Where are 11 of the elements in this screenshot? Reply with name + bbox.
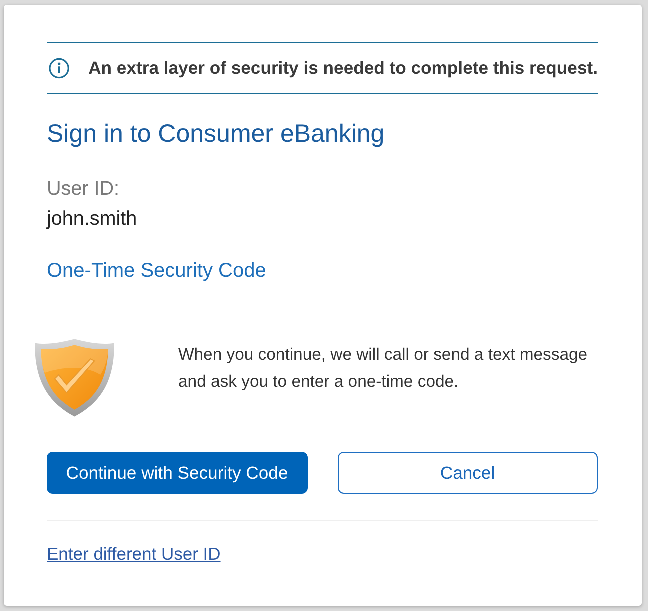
page-title: Sign in to Consumer eBanking [47,120,385,148]
info-icon [49,58,70,78]
different-user-link[interactable]: Enter different User ID [47,544,221,564]
notice-text: An extra layer of security is needed to complete this request. [88,58,598,78]
user-id-label: User ID: [47,178,120,200]
info-message: When you continue, we will call or send a text message and ask you to enter a one-time code. [178,344,589,393]
shield-check-icon [33,337,117,419]
cancel-button[interactable]: Cancel [338,452,598,494]
user-id-value: john.smith [47,208,138,230]
continue-button[interactable]: Continue with Security Code [47,452,308,494]
security-code-link[interactable]: One-Time Security Code [47,260,266,283]
